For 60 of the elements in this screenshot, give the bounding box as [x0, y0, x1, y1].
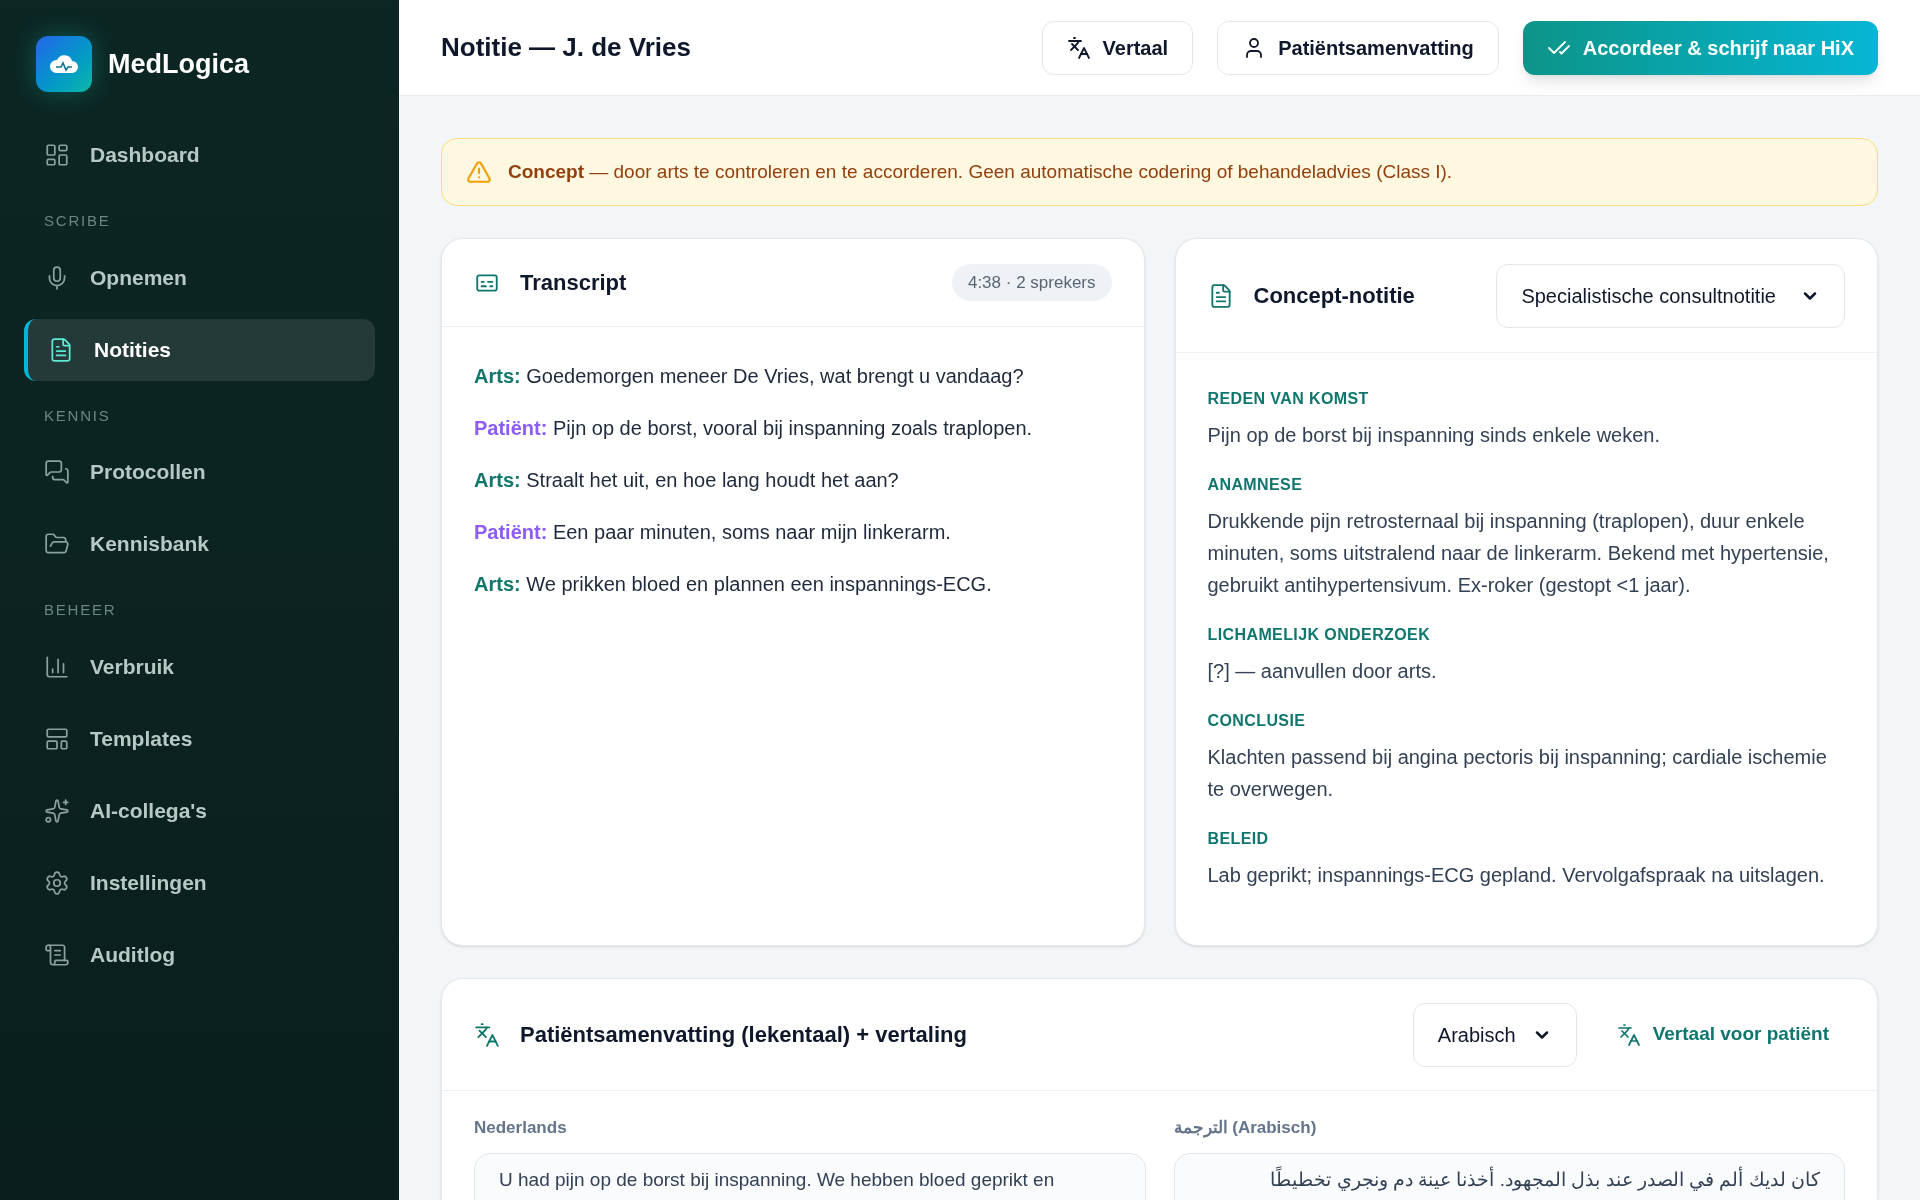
- template-select[interactable]: Specialistische consultnotitie: [1496, 263, 1845, 328]
- document-icon: [48, 336, 74, 363]
- cloud-pulse-icon: [48, 52, 80, 76]
- nav-item[interactable]: AI-collega's: [24, 779, 375, 842]
- column-label: الترجمة (Arabisch): [1173, 1117, 1318, 1140]
- scroll-icon: [44, 941, 70, 968]
- summary-text: كان لديك ألم في الصدر عند بذل المجهود. أخذنا عينة دم ونجري تخطيطًا: [1269, 1165, 1820, 1193]
- translate-icon: [1066, 35, 1091, 60]
- transcript-line: Patiënt: Pijn op de borst, vooral bij inspanning zoals traplopen.: [474, 416, 1034, 441]
- summary-text: U had pijn op de borst bij inspanning. We hebben bloed geprikt en: [499, 1167, 1056, 1192]
- card-title: Transcript: [520, 269, 627, 297]
- chat-icon: [44, 459, 70, 485]
- section-text: Lab geprikt; inspannings-ECG gepland. Vervolgafspraak na uitslagen.: [1207, 863, 1826, 888]
- transcript-line: Arts: Straalt het uit, en hoe lang houdt het aan?: [474, 468, 900, 493]
- header-button[interactable]: Vertaal: [1041, 20, 1194, 75]
- layout-icon: [44, 725, 70, 752]
- translate-icon: [1616, 1022, 1641, 1047]
- translate-icon: [474, 1021, 500, 1048]
- transcript-line: Patiënt: Een paar minuten, soms naar mijn linkerarm.: [474, 520, 952, 545]
- page-title: Notitie — J. de Vries: [441, 31, 691, 64]
- nav-item[interactable]: Protocollen: [24, 441, 375, 503]
- section-text: Pijn op de borst bij inspanning sinds enkele weken.: [1207, 423, 1661, 448]
- section-heading: SCRIBE: [43, 211, 112, 231]
- transcript-line: Arts: We prikken bloed en plannen een inspannings-ECG.: [474, 572, 993, 597]
- sparkles-icon: [44, 797, 70, 824]
- warning-icon: [466, 159, 492, 185]
- section-heading: LICHAMELIJK ONDERZOEK: [1207, 625, 1432, 645]
- settings-icon: [44, 869, 70, 896]
- section-heading: ANAMNESE: [1207, 475, 1304, 495]
- text-area[interactable]: كان لديك ألم في الصدر عند بذل المجهود. أخذنا عينة دم ونجري تخطيطًا: [1173, 1152, 1845, 1200]
- nav-item[interactable]: Instellingen: [24, 851, 375, 914]
- section-text: Drukkende pijn retrosternaal bij inspanning (traplopen), duur enkele minuten, soms uitstralend naar de linkerarm. Bekend met hypertensie, gebruikt antihypertensivum. Ex-roker (gestopt <1 jaar).: [1207, 509, 1830, 598]
- nav-item[interactable]: Opnemen: [24, 246, 375, 309]
- section-heading: KENNIS: [43, 405, 112, 426]
- column-label: Nederlands: [474, 1117, 568, 1139]
- section-heading: BELEID: [1207, 829, 1270, 849]
- section-text: Klachten passend bij angina pectoris bij inspanning; cardiale ischemie te overwegen.: [1207, 745, 1828, 802]
- header-button[interactable]: Patiëntsamenvatting: [1217, 20, 1499, 75]
- section-heading: CONCLUSIE: [1207, 711, 1307, 731]
- folder-icon: [44, 531, 70, 557]
- transcript-line: Arts: Goedemorgen meneer De Vries, wat brengt u vandaag?: [474, 364, 1025, 389]
- section-heading: BEHEER: [43, 600, 118, 620]
- duration-badge: 4:38 · 2 sprekers: [951, 263, 1112, 302]
- app-name: MedLogica: [108, 47, 249, 81]
- warning-text: Concept — door arts te controleren en te accorderen. Geen automatische codering of behandeladvies (Class I).: [508, 159, 1453, 184]
- nav-item[interactable]: Verbruik: [24, 635, 375, 698]
- section-heading: REDEN VAN KOMST: [1207, 389, 1370, 409]
- translate-link[interactable]: Vertaal voor patiënt: [1616, 1020, 1829, 1049]
- bar-chart-icon: [44, 653, 70, 680]
- text-area[interactable]: U had pijn op de borst bij inspanning. We hebben bloed geprikt en: [474, 1152, 1146, 1200]
- language-select[interactable]: Arabisch: [1412, 1002, 1577, 1067]
- nav-item[interactable]: Notities: [24, 318, 375, 381]
- nav-item[interactable]: Auditlog: [24, 923, 375, 986]
- nav-item[interactable]: Templates: [24, 707, 375, 770]
- nav-item[interactable]: Kennisbank: [24, 513, 375, 575]
- section-text: [?] — aanvullen door arts.: [1207, 659, 1438, 684]
- card-title: Patiëntsamenvatting (lekentaal) + vertaling: [520, 1021, 967, 1049]
- nav-item[interactable]: Dashboard: [24, 124, 375, 186]
- dashboard-icon: [44, 142, 70, 168]
- card-title: Concept-notitie: [1253, 282, 1415, 310]
